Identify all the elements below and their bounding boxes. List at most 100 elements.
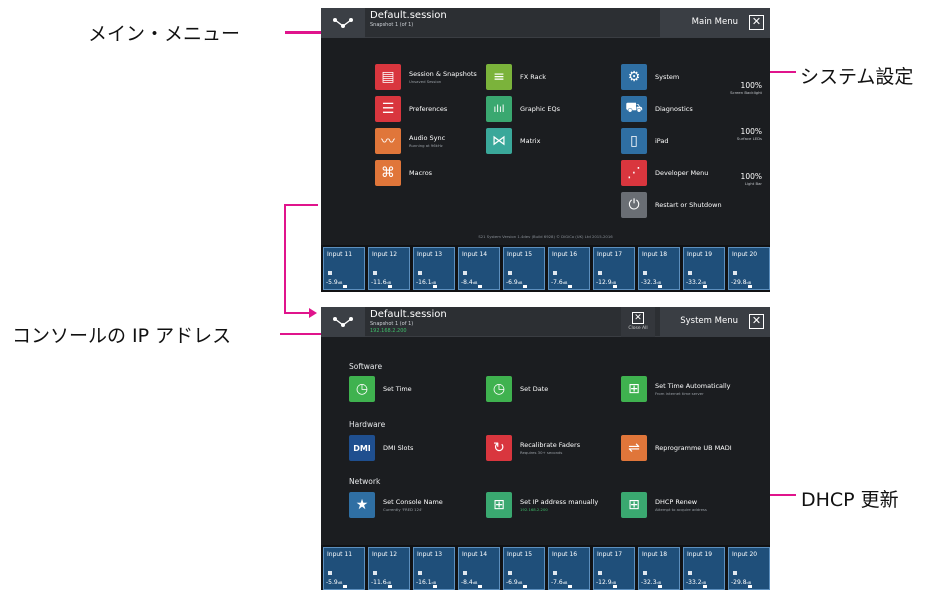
- channel-input-14[interactable]: Input 14 -8.4dB: [458, 547, 500, 590]
- channel-name: Input 16: [552, 251, 578, 258]
- menu-title: System Menu: [680, 316, 738, 326]
- recalibrate-icon: ↻: [486, 435, 512, 461]
- channel-fader-marker: [658, 585, 662, 588]
- menu-item-label: DMI Slots: [383, 444, 414, 452]
- menu-item-label: Preferences: [409, 105, 448, 113]
- channel-fader-marker: [433, 585, 437, 588]
- menu-item-sub: Currently 'FRED 124': [383, 507, 423, 512]
- menu-item-sub: Running at 96kHz: [409, 143, 443, 148]
- menu-item-ipad[interactable]: ▯ iPad: [621, 128, 669, 154]
- channel-name: Input 13: [417, 551, 443, 558]
- channel-level: -8.4dB: [461, 579, 478, 586]
- section-hardware: Hardware: [349, 420, 386, 429]
- snapshot-label: Snapshot 1 (of 1): [370, 321, 414, 327]
- channel-input-13[interactable]: Input 13 -16.1dB: [413, 247, 455, 290]
- channel-name: Input 12: [372, 251, 398, 258]
- matrix-icon: ⋈: [486, 128, 512, 154]
- channel-input-11[interactable]: Input 11 -5.9dB: [323, 247, 365, 290]
- menu-title: Main Menu: [691, 17, 738, 27]
- menu-item-restart-shutdown[interactable]: ⏻ Restart or Shutdown: [621, 192, 722, 218]
- channel-input-16[interactable]: Input 16 -7.6dB: [548, 247, 590, 290]
- fx-rack-icon: ≡: [486, 64, 512, 90]
- section-software: Software: [349, 362, 383, 371]
- callout-dhcp-renew: DHCP 更新: [801, 489, 899, 511]
- channel-input-14[interactable]: Input 14 -8.4dB: [458, 247, 500, 290]
- menu-item-label: Macros: [409, 169, 433, 177]
- menu-logo-button[interactable]: [321, 307, 365, 337]
- menu-item-dhcp-renew[interactable]: ⊞ DHCP Renew Attempt to acquire address: [621, 492, 707, 518]
- channel-indicator: [598, 271, 602, 275]
- menu-item-set-date[interactable]: ◷ Set Date: [486, 376, 548, 402]
- channel-input-20[interactable]: Input 20 -29.8dB: [728, 247, 770, 290]
- ipad-icon: ▯: [621, 128, 647, 154]
- close-icon[interactable]: ✕: [749, 15, 764, 30]
- channel-input-13[interactable]: Input 13 -16.1dB: [413, 547, 455, 590]
- menu-item-system[interactable]: ⚙ System: [621, 64, 679, 90]
- channel-name: Input 17: [597, 251, 623, 258]
- menu-logo-button[interactable]: [321, 8, 365, 38]
- channel-input-15[interactable]: Input 15 -6.9dB: [503, 547, 545, 590]
- channel-input-20[interactable]: Input 20 -29.8dB: [728, 547, 770, 590]
- channel-indicator: [643, 571, 647, 575]
- menu-item-reprogramme-ub-madi[interactable]: ⇌ Reprogramme UB MADI: [621, 435, 732, 461]
- snapshot-label: Snapshot 1 (of 1): [370, 22, 414, 28]
- channel-name: Input 11: [327, 251, 353, 258]
- level-value: 100%: [740, 127, 762, 136]
- channel-fader-marker: [748, 585, 752, 588]
- channel-indicator: [733, 571, 737, 575]
- channel-indicator: [598, 571, 602, 575]
- close-all-button[interactable]: ✕ Close All: [621, 307, 655, 337]
- menu-item-fx-rack[interactable]: ≡ FX Rack: [486, 64, 546, 90]
- channel-name: Input 14: [462, 251, 488, 258]
- menu-item-sub: 192.168.2.200: [520, 507, 548, 512]
- light-bar-level[interactable]: 100% Light Bar: [741, 172, 762, 186]
- menu-item-set-time-automatically[interactable]: ⊞ Set Time Automatically From internet ti…: [621, 376, 731, 402]
- menu-item-audio-sync[interactable]: 〰 Audio Sync Running at 96kHz: [375, 128, 445, 154]
- channel-input-17[interactable]: Input 17 -12.9dB: [593, 547, 635, 590]
- menu-item-preferences[interactable]: ☰ Preferences: [375, 96, 447, 122]
- menu-item-set-time[interactable]: ◷ Set Time: [349, 376, 412, 402]
- menu-item-graphic-eqs[interactable]: ılıl Graphic EQs: [486, 96, 560, 122]
- menu-item-diagnostics[interactable]: ⛟ Diagnostics: [621, 96, 693, 122]
- menu-item-matrix[interactable]: ⋈ Matrix: [486, 128, 540, 154]
- menu-item-session-snapshots[interactable]: ▤ Session & Snapshots Unsaved Session: [375, 64, 477, 90]
- backlight-level[interactable]: 100% Screen Backlight: [730, 81, 762, 95]
- surface-leds-level[interactable]: 100% Surface LEDs: [737, 127, 762, 141]
- channel-fader-marker: [478, 285, 482, 288]
- menu-item-label: Session & Snapshots: [409, 70, 477, 78]
- channel-name: Input 18: [642, 551, 668, 558]
- channel-fader-marker: [478, 585, 482, 588]
- channel-input-19[interactable]: Input 19 -33.2dB: [683, 247, 725, 290]
- channel-input-12[interactable]: Input 12 -11.6dB: [368, 547, 410, 590]
- menu-item-sub: Attempt to acquire address: [655, 507, 707, 512]
- close-all-icon: ✕: [632, 312, 644, 324]
- channel-input-16[interactable]: Input 16 -7.6dB: [548, 547, 590, 590]
- channel-indicator: [463, 571, 467, 575]
- clock-icon: ◷: [349, 376, 375, 402]
- channel-indicator: [553, 271, 557, 275]
- main-menu-screen: Default.session Snapshot 1 (of 1) Main M…: [321, 8, 770, 292]
- channel-indicator: [418, 271, 422, 275]
- channel-input-18[interactable]: Input 18 -32.3dB: [638, 547, 680, 590]
- menu-item-dmi-slots[interactable]: DMI DMI Slots: [349, 435, 413, 461]
- menu-item-set-console-name[interactable]: ★ Set Console Name Currently 'FRED 124': [349, 492, 443, 518]
- level-label: Screen Backlight: [730, 90, 762, 95]
- channel-input-18[interactable]: Input 18 -32.3dB: [638, 247, 680, 290]
- channel-input-19[interactable]: Input 19 -33.2dB: [683, 547, 725, 590]
- menu-item-macros[interactable]: ⌘ Macros: [375, 160, 432, 186]
- channel-fader-marker: [388, 585, 392, 588]
- menu-item-label: Set Console Name: [383, 498, 443, 506]
- channel-input-11[interactable]: Input 11 -5.9dB: [323, 547, 365, 590]
- menu-item-developer[interactable]: ⋰ Developer Menu: [621, 160, 708, 186]
- title-bar: Default.session Snapshot 1 (of 1) Main M…: [321, 8, 770, 38]
- channel-name: Input 17: [597, 551, 623, 558]
- menu-item-label: Matrix: [520, 137, 541, 145]
- menu-item-set-ip-manually[interactable]: ⊞ Set IP address manually 192.168.2.200: [486, 492, 598, 518]
- channel-level: -5.9dB: [326, 579, 343, 586]
- close-icon[interactable]: ✕: [749, 314, 764, 329]
- channel-input-15[interactable]: Input 15 -6.9dB: [503, 247, 545, 290]
- channel-input-17[interactable]: Input 17 -12.9dB: [593, 247, 635, 290]
- channel-input-12[interactable]: Input 12 -11.6dB: [368, 247, 410, 290]
- menu-item-recalibrate-faders[interactable]: ↻ Recalibrate Faders Requires 30+ seconds: [486, 435, 580, 461]
- channel-name: Input 19: [687, 251, 713, 258]
